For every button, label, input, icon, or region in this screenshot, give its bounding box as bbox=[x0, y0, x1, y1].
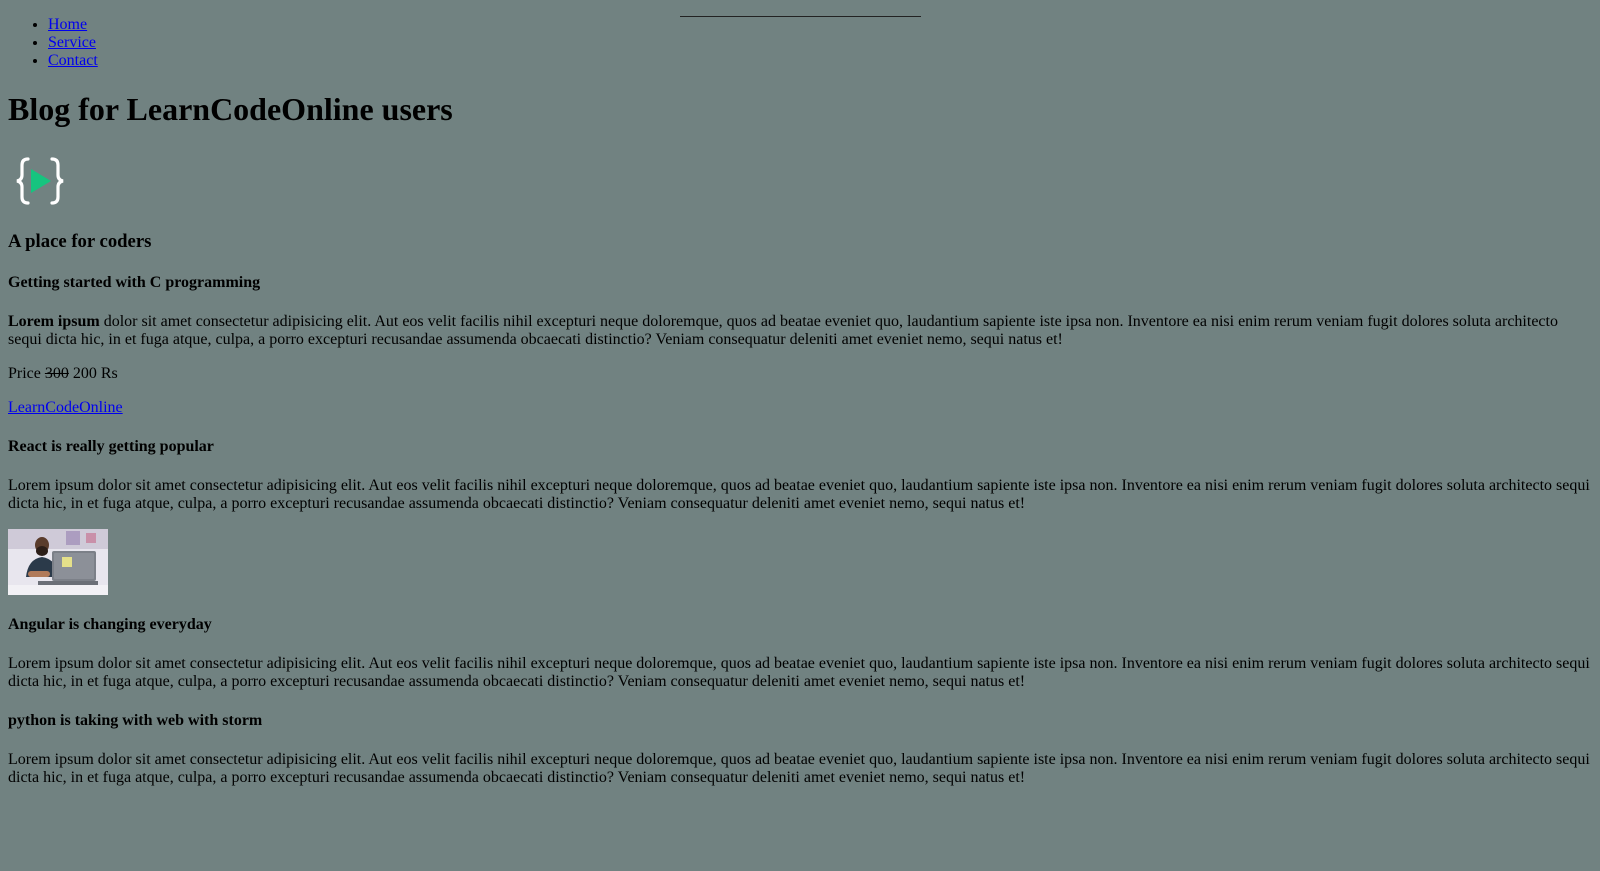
nav-item-contact: Contact bbox=[48, 52, 1592, 70]
post-title: python is taking with web with storm bbox=[8, 712, 263, 729]
post-title: React is really getting popular bbox=[8, 438, 214, 455]
page-content: Home Service Contact Blog for LearnCodeO… bbox=[0, 16, 1600, 787]
code-play-logo-icon bbox=[16, 157, 64, 205]
post-title: Getting started with C programming bbox=[8, 274, 261, 291]
nav-item-service: Service bbox=[48, 34, 1592, 52]
post-body: Lorem ipsum dolor sit amet consectetur a… bbox=[8, 751, 1590, 786]
post-python: python is taking with web with storm Lor… bbox=[8, 712, 1592, 787]
nav-link-contact[interactable]: Contact bbox=[48, 52, 98, 69]
post-title: Angular is changing everyday bbox=[8, 616, 212, 633]
price-old: 300 bbox=[44, 365, 69, 382]
price-label: Price bbox=[8, 365, 41, 382]
link-line: LearnCodeOnline bbox=[8, 399, 1592, 417]
page-title: Blog for LearnCodeOnline users bbox=[8, 91, 453, 127]
top-divider-line bbox=[680, 16, 921, 17]
tagline: A place for coders bbox=[8, 231, 152, 252]
logo bbox=[8, 149, 1592, 213]
nav-item-home: Home bbox=[48, 16, 1592, 34]
nav-link-service[interactable]: Service bbox=[48, 34, 96, 51]
post-react: React is really getting popular Lorem ip… bbox=[8, 438, 1592, 595]
post-lead-bold: Lorem ipsum bbox=[8, 313, 100, 330]
post-body-text: dolor sit amet consectetur adipisicing e… bbox=[8, 313, 1558, 348]
main-nav: Home Service Contact bbox=[8, 16, 1592, 70]
learncodeonline-link[interactable]: LearnCodeOnline bbox=[8, 399, 123, 416]
post-angular: Angular is changing everyday Lorem ipsum… bbox=[8, 616, 1592, 691]
post-c-programming: Getting started with C programming Lorem… bbox=[8, 274, 1592, 417]
nav-list: Home Service Contact bbox=[8, 16, 1592, 70]
price-line: Price 300 200 Rs bbox=[8, 365, 1592, 383]
post-body: Lorem ipsum dolor sit amet consectetur a… bbox=[8, 477, 1590, 512]
post-body: Lorem ipsum dolor sit amet consectetur a… bbox=[8, 313, 1592, 349]
person-with-laptop-photo bbox=[8, 529, 108, 595]
price-new: 200 Rs bbox=[72, 365, 118, 382]
nav-link-home[interactable]: Home bbox=[48, 16, 87, 33]
post-body: Lorem ipsum dolor sit amet consectetur a… bbox=[8, 655, 1590, 690]
